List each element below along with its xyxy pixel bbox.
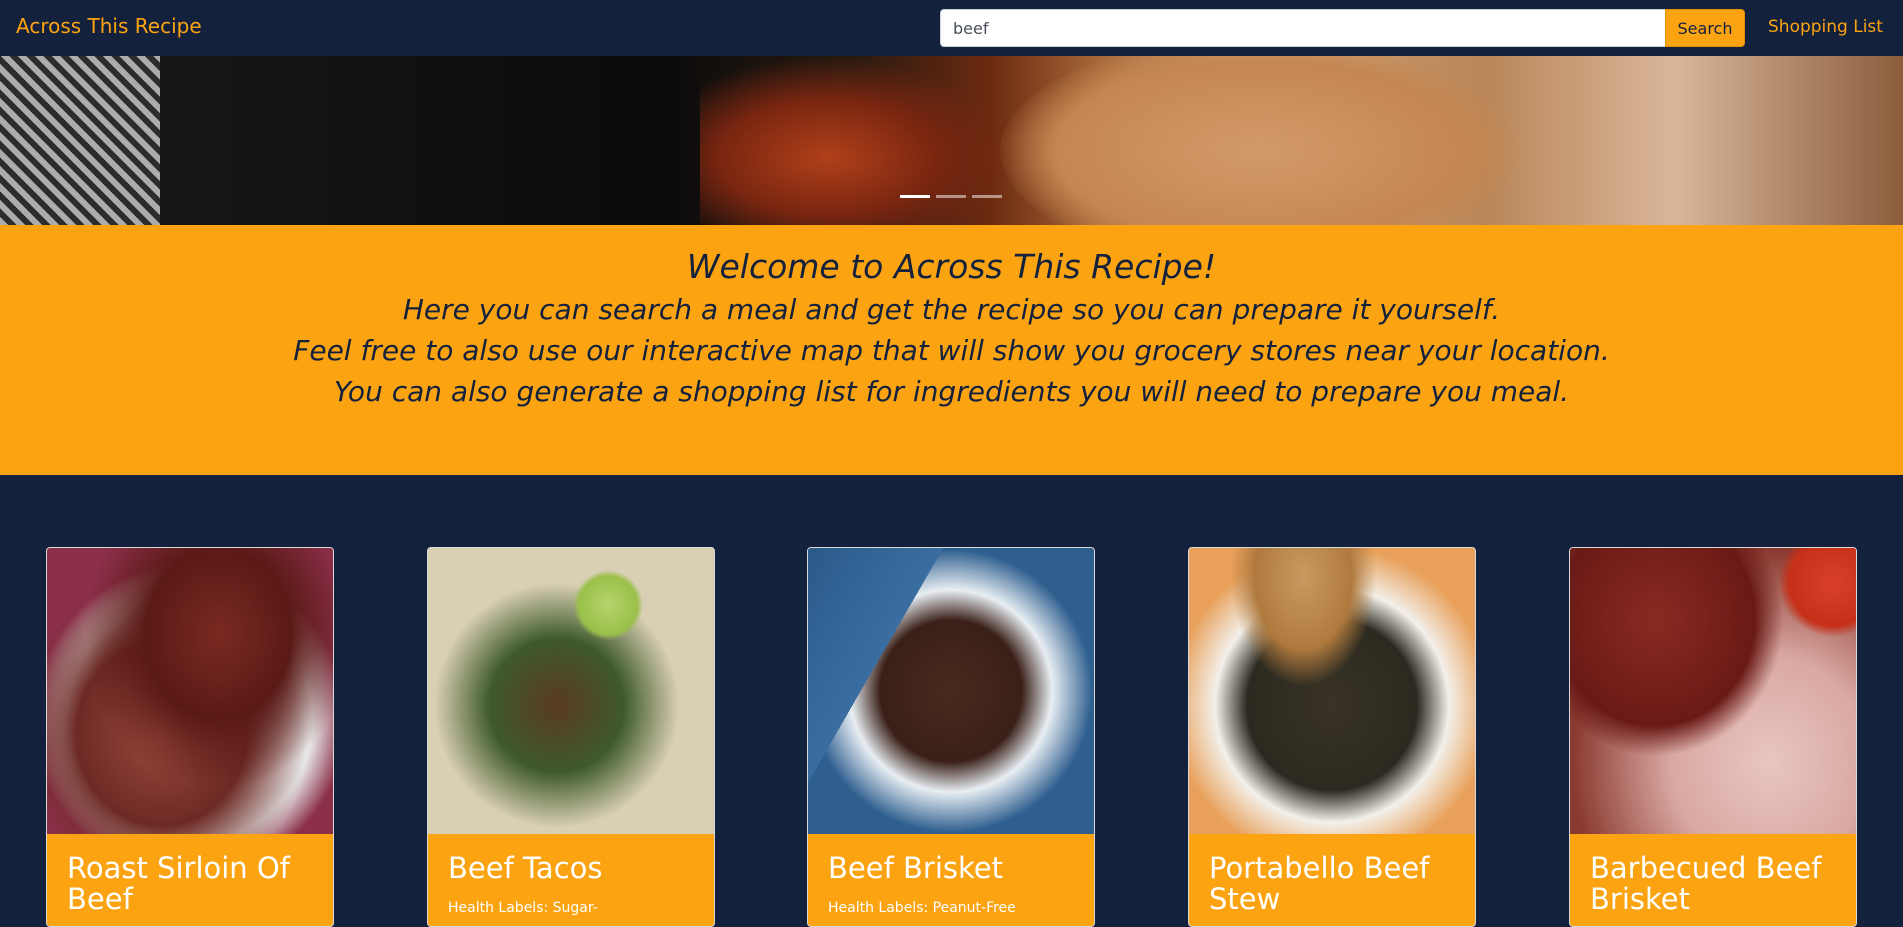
recipe-card[interactable]: Beef Brisket Health Labels: Peanut-Free	[807, 547, 1095, 927]
recipe-image[interactable]	[1189, 548, 1475, 834]
welcome-line-map: Feel free to also use our interactive ma…	[293, 334, 1610, 367]
carousel-indicators	[900, 195, 1002, 198]
carousel-indicator-1[interactable]	[900, 195, 930, 198]
welcome-title: Welcome to Across This Recipe!	[686, 247, 1217, 286]
recipe-card[interactable]: Portabello Beef Stew	[1188, 547, 1476, 927]
recipe-image[interactable]	[428, 548, 714, 834]
welcome-line-shopping: You can also generate a shopping list fo…	[333, 375, 1570, 408]
shopping-list-link[interactable]: Shopping List	[1768, 17, 1883, 37]
navbar: Across This Recipe Search Shopping List	[0, 0, 1903, 56]
carousel-image-bread	[1000, 56, 1520, 225]
carousel-indicator-2[interactable]	[936, 195, 966, 198]
recipe-health-labels: Health Labels: Sugar-	[448, 900, 598, 916]
recipe-health-labels: Health Labels: Peanut-Free	[828, 900, 1016, 916]
hero-carousel[interactable]	[0, 56, 1903, 225]
search-input[interactable]	[940, 9, 1666, 47]
recipe-card[interactable]: Beef Tacos Health Labels: Sugar-	[427, 547, 715, 927]
recipe-image[interactable]	[1570, 548, 1856, 834]
carousel-image-cloth	[0, 56, 160, 225]
recipe-card[interactable]: Barbecued Beef Brisket	[1569, 547, 1857, 927]
carousel-image-bacon	[700, 56, 1020, 225]
search-button[interactable]: Search	[1665, 9, 1745, 47]
recipe-title: Roast Sirloin Of Beef	[67, 851, 290, 916]
welcome-banner: Welcome to Across This Recipe! Here you …	[0, 225, 1903, 475]
recipe-title: Barbecued Beef Brisket	[1590, 851, 1822, 916]
welcome-line-search: Here you can search a meal and get the r…	[402, 293, 1501, 326]
recipe-title: Beef Brisket	[828, 851, 1003, 885]
recipe-image[interactable]	[808, 548, 1094, 834]
carousel-indicator-3[interactable]	[972, 195, 1002, 198]
recipe-title: Beef Tacos	[448, 851, 603, 885]
recipe-image[interactable]	[47, 548, 333, 834]
recipe-title: Portabello Beef Stew	[1209, 851, 1430, 916]
brand-link[interactable]: Across This Recipe	[16, 14, 202, 38]
recipe-card[interactable]: Roast Sirloin Of Beef	[46, 547, 334, 927]
